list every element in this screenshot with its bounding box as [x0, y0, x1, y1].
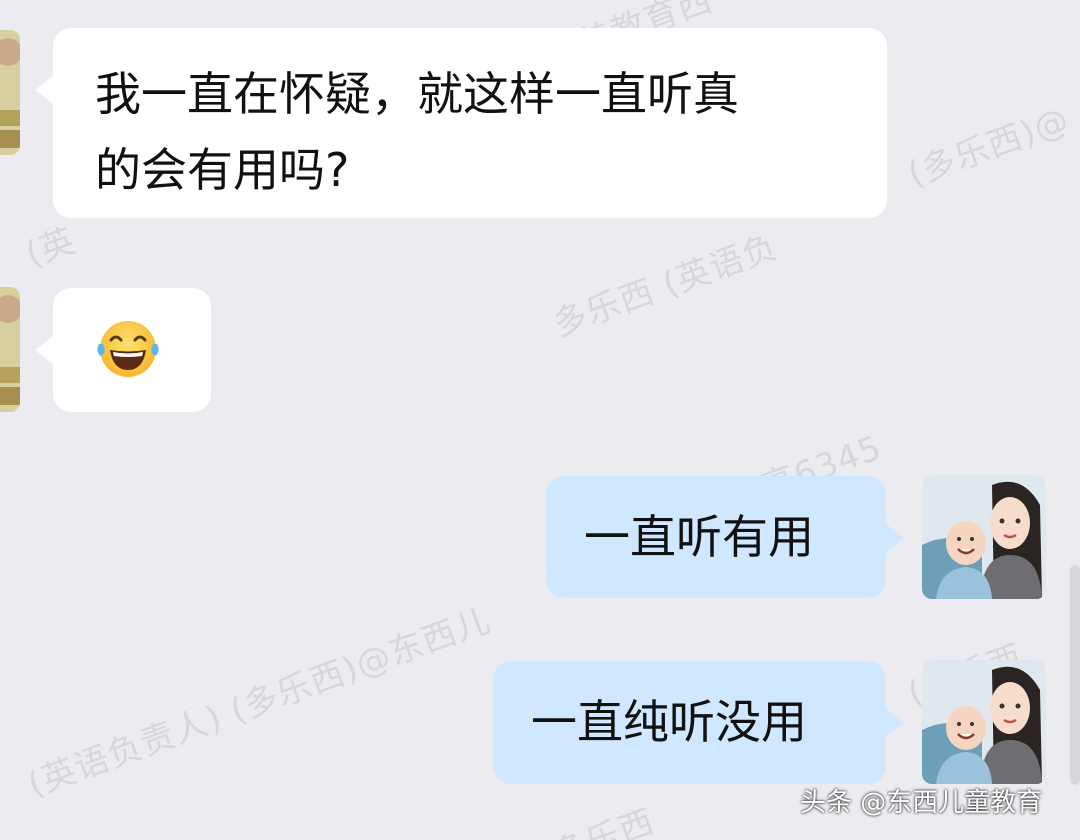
outgoing-message-bubble[interactable]: 一直纯听没用 [493, 661, 904, 784]
user-avatar[interactable] [922, 660, 1046, 784]
contact-avatar[interactable] [0, 30, 20, 155]
message-text-line: 的会有用吗? [95, 143, 350, 197]
laughing-tears-emoji-icon [97, 321, 159, 377]
contact-avatar[interactable] [0, 287, 20, 412]
message-text-line: 我一直在怀疑，就这样一直听真 [95, 67, 739, 121]
scrollbar[interactable] [1070, 565, 1080, 785]
watermark: 多乐西 (英语负 [547, 226, 784, 346]
message-text: 一直纯听没用 [531, 695, 807, 749]
family-photo-avatar-icon [922, 475, 1046, 599]
outgoing-message-bubble[interactable]: 一直听有用 [546, 476, 904, 598]
incoming-message-bubble[interactable]: 我一直在怀疑，就这样一直听真 的会有用吗? [35, 28, 887, 218]
chat-screen: 养教育西 (英 (多乐西)@ 多乐西 (英语负 张亮6345 (英语负责人) (… [0, 0, 1080, 840]
source-credit: 头条 @东西儿童教育 [800, 788, 1043, 818]
watermark: (英 [20, 220, 81, 276]
cartoon-avatar-icon [0, 30, 20, 155]
watermark: (英语负责人) (多乐西)@东西儿 [22, 600, 496, 806]
message-text: 一直听有用 [584, 510, 814, 564]
user-avatar[interactable] [922, 475, 1046, 599]
family-photo-avatar-icon [922, 660, 1046, 784]
watermark: 多乐西 [547, 801, 661, 840]
watermark: (多乐西)@ [902, 99, 1075, 196]
cartoon-avatar-icon [0, 287, 20, 412]
incoming-emoji-bubble[interactable] [35, 288, 211, 412]
